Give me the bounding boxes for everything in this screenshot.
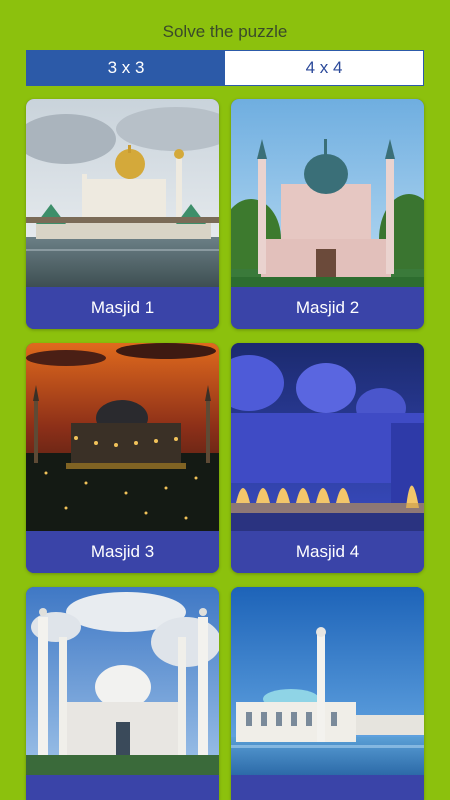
page-title: Solve the puzzle (162, 22, 288, 41)
card-label: Masjid 1 (26, 287, 219, 329)
masjid-2-image (231, 99, 424, 287)
puzzle-card-masjid-4[interactable]: Masjid 4 (231, 343, 424, 573)
masjid-6-image (231, 587, 424, 775)
masjid-4-image (231, 343, 424, 531)
puzzle-card-masjid-2[interactable]: Masjid 2 (231, 99, 424, 329)
puzzle-card-masjid-1[interactable]: Masjid 1 (26, 99, 219, 329)
masjid-1-image (26, 99, 219, 287)
tab-4x4[interactable]: 4 x 4 (225, 51, 423, 85)
card-label: Masjid 4 (231, 531, 424, 573)
masjid-3-image (26, 343, 219, 531)
grid-size-tabs: 3 x 3 4 x 4 (26, 50, 424, 86)
card-label: Masjid 2 (231, 287, 424, 329)
tab-3x3[interactable]: 3 x 3 (27, 51, 225, 85)
puzzle-card-masjid-6[interactable] (231, 587, 424, 800)
puzzle-card-masjid-3[interactable]: Masjid 3 (26, 343, 219, 573)
masjid-5-image (26, 587, 219, 775)
puzzle-card-masjid-5[interactable] (26, 587, 219, 800)
card-label (231, 775, 424, 800)
card-label (26, 775, 219, 800)
card-label: Masjid 3 (26, 531, 219, 573)
